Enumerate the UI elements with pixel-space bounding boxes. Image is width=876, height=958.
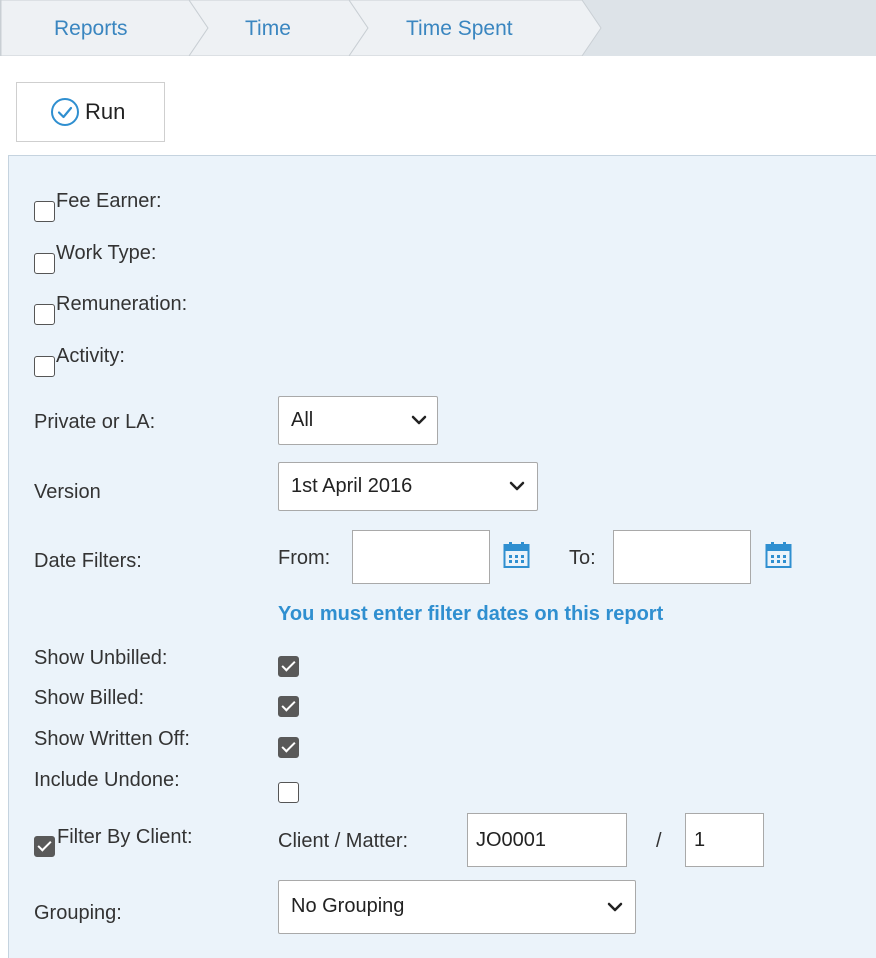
work-type-label: Work Type:: [56, 242, 157, 264]
calendar-icon[interactable]: [765, 541, 792, 569]
chevron-down-icon: [509, 481, 525, 491]
show-billed-checkbox[interactable]: [278, 696, 299, 717]
date-to-input[interactable]: [613, 530, 751, 584]
date-filters-label: Date Filters:: [34, 550, 142, 572]
check-circle-icon: [51, 98, 79, 126]
chevron-down-icon: [411, 415, 427, 425]
breadcrumb-item-time[interactable]: Time: [189, 0, 369, 56]
breadcrumb: Reports Time Time Spent: [0, 0, 876, 56]
private-or-la-label: Private or LA:: [34, 411, 156, 433]
calendar-icon[interactable]: [503, 541, 530, 569]
remuneration-checkbox[interactable]: [34, 304, 55, 325]
date-from-label: From:: [278, 547, 331, 569]
date-to-label: To:: [569, 547, 596, 569]
filter-by-client-checkbox[interactable]: [34, 836, 55, 857]
fee-earner-checkbox[interactable]: [34, 201, 55, 222]
private-or-la-select[interactable]: All: [278, 396, 438, 445]
grouping-value: No Grouping: [291, 895, 405, 917]
breadcrumb-item-time-spent[interactable]: Time Spent: [349, 0, 603, 56]
private-or-la-value: All: [291, 409, 314, 431]
client-matter-label: Client / Matter:: [278, 830, 409, 852]
version-select[interactable]: 1st April 2016: [278, 462, 538, 511]
fee-earner-label: Fee Earner:: [56, 190, 162, 212]
filter-by-client-label: Filter By Client:: [57, 826, 193, 848]
work-type-checkbox[interactable]: [34, 253, 55, 274]
grouping-label: Grouping:: [34, 902, 122, 924]
run-button-label: Run: [85, 99, 126, 124]
client-input[interactable]: [467, 813, 627, 867]
include-undone-label: Include Undone:: [34, 769, 180, 791]
client-matter-separator: /: [656, 830, 662, 852]
activity-label: Activity:: [56, 345, 125, 367]
matter-input[interactable]: [685, 813, 764, 867]
version-label: Version: [34, 481, 101, 503]
activity-checkbox[interactable]: [34, 356, 55, 377]
breadcrumb-label-reports[interactable]: Reports: [54, 17, 128, 41]
show-billed-label: Show Billed:: [34, 687, 145, 709]
grouping-select[interactable]: No Grouping: [278, 880, 636, 934]
show-unbilled-checkbox[interactable]: [278, 656, 299, 677]
run-button[interactable]: Run: [16, 82, 165, 142]
chevron-down-icon: [607, 902, 623, 912]
show-unbilled-label: Show Unbilled:: [34, 647, 168, 669]
date-from-input[interactable]: [352, 530, 490, 584]
breadcrumb-label-time[interactable]: Time: [245, 17, 291, 41]
date-filter-warning: You must enter filter dates on this repo…: [278, 603, 664, 625]
breadcrumb-item-reports[interactable]: Reports: [1, 0, 209, 56]
breadcrumb-label-time-spent[interactable]: Time Spent: [406, 17, 513, 41]
include-undone-checkbox[interactable]: [278, 782, 299, 803]
version-value: 1st April 2016: [291, 475, 413, 497]
show-written-off-label: Show Written Off:: [34, 728, 190, 750]
remuneration-label: Remuneration:: [56, 293, 188, 315]
show-written-off-checkbox[interactable]: [278, 737, 299, 758]
